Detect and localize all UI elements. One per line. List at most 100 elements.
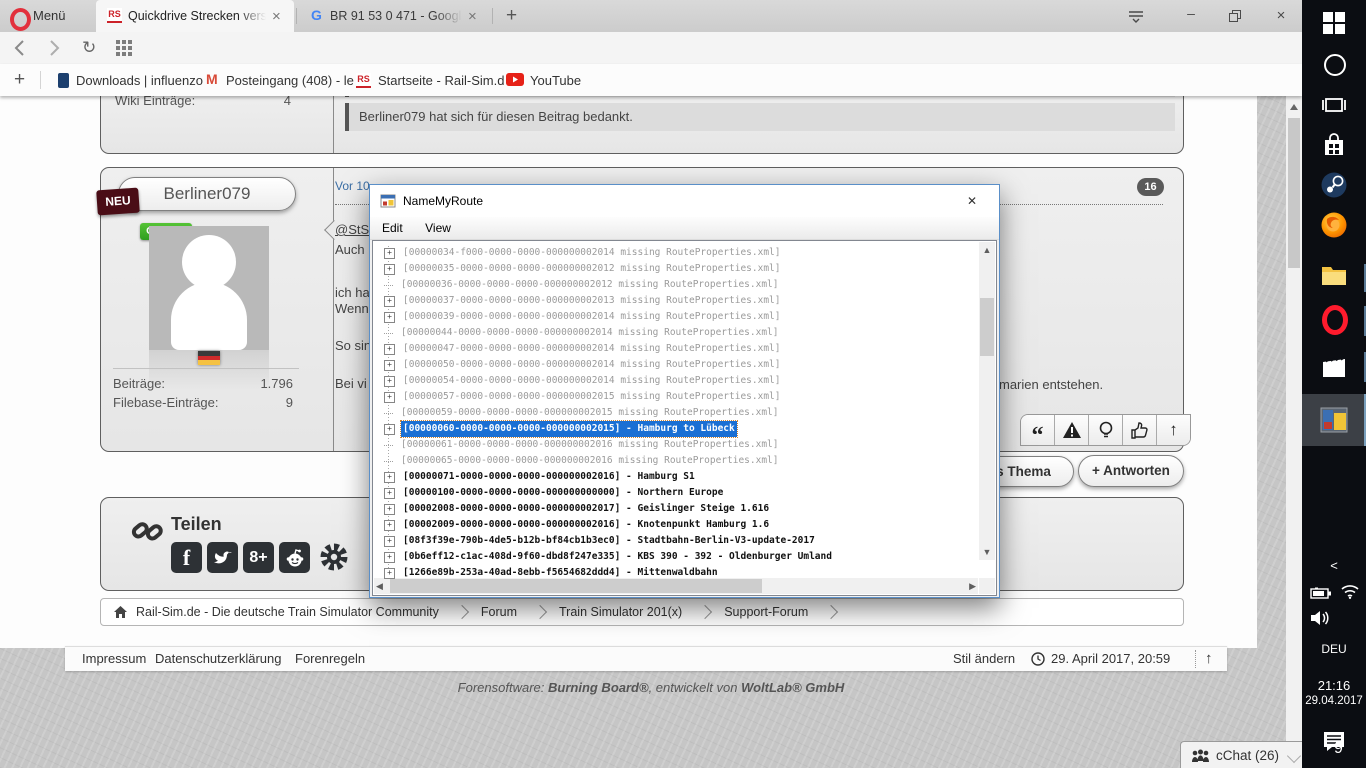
clock-time[interactable]: 21:16	[1302, 678, 1366, 693]
tray-expand-icon[interactable]: <	[1302, 558, 1366, 573]
tree-row[interactable]: + [0b6eff12-c1ac-408d-9f60-dbd8f247e335] …	[384, 549, 988, 565]
bookmark-gmail[interactable]: Posteingang (408) - le	[226, 73, 354, 88]
tree-vscrollbar[interactable]: ▲ ▼	[979, 242, 995, 560]
tree-row-label[interactable]: [00000057-0000-0000-0000-000000002015 mi…	[401, 389, 783, 405]
tree-row[interactable]: + [00002009-0000-0000-0000-000000002016] …	[384, 517, 988, 533]
tab-close-icon[interactable]: ×	[272, 8, 281, 25]
footer-link-impressum[interactable]: Impressum	[82, 651, 146, 666]
breadcrumb-item-forum[interactable]: Forum	[481, 605, 517, 619]
action-center-icon[interactable]: 9	[1322, 730, 1346, 757]
expand-plus-icon[interactable]: +	[384, 343, 395, 355]
opera-icon[interactable]	[1322, 305, 1348, 335]
mention-link[interactable]: @StS	[335, 222, 369, 237]
home-icon[interactable]	[113, 605, 128, 619]
expand-plus-icon[interactable]: +	[384, 471, 395, 483]
add-bookmark-icon[interactable]: +	[14, 69, 25, 91]
tree-row[interactable]: [00000059-0000-0000-0000-000000002015 mi…	[384, 405, 988, 421]
breadcrumb-item-support[interactable]: Support-Forum	[724, 605, 808, 619]
footer-link-forenregeln[interactable]: Forenregeln	[295, 651, 365, 666]
tree-row[interactable]: [00000065-0000-0000-0000-000000002016 mi…	[384, 453, 988, 469]
firefox-icon[interactable]	[1321, 212, 1347, 243]
expand-plus-icon[interactable]: +	[384, 263, 395, 275]
tree-row[interactable]: [00000044-0000-0000-0000-000000002014 mi…	[384, 325, 988, 341]
tree-row-label[interactable]: [00000060-0000-0000-0000-000000002015] -…	[400, 420, 738, 438]
tree-row-label[interactable]: [00000034-f000-0000-0000-000000002014 mi…	[401, 245, 783, 261]
tree-row-label[interactable]: [00000061-0000-0000-0000-000000002016 mi…	[399, 437, 781, 453]
scroll-right-icon[interactable]: ▶	[969, 578, 976, 594]
hscroll-thumb[interactable]	[390, 579, 762, 593]
post-number-badge[interactable]: 16	[1137, 178, 1164, 196]
tree-row-label[interactable]: [00000059-0000-0000-0000-000000002015 mi…	[399, 405, 781, 421]
opera-menu-icon[interactable]	[10, 8, 31, 31]
page-scrollbar-thumb[interactable]	[1288, 118, 1300, 268]
cortana-icon[interactable]	[1324, 54, 1346, 76]
helpful-button[interactable]	[1088, 415, 1122, 445]
expand-plus-icon[interactable]: +	[384, 567, 395, 579]
tree-row-label[interactable]: [00000054-0000-0000-0000-000000002014 mi…	[401, 373, 783, 389]
tree-row[interactable]: + [00000034-f000-0000-0000-000000002014 m…	[384, 245, 988, 261]
route-tree[interactable]: + [00000034-f000-0000-0000-000000002014 m…	[374, 242, 988, 580]
tree-row[interactable]: + [00000050-0000-0000-0000-000000002014 m…	[384, 357, 988, 373]
tree-row-label[interactable]: [00000100-0000-0000-0000-000000000000] -…	[401, 485, 725, 501]
tree-row[interactable]: + [00000060-0000-0000-0000-000000002015] …	[384, 420, 988, 438]
expand-plus-icon[interactable]: +	[384, 535, 395, 547]
tree-row[interactable]: + [00000071-0000-0000-0000-000000002016] …	[384, 469, 988, 485]
steam-icon[interactable]	[1321, 172, 1347, 203]
minimize-button[interactable]: –	[1174, 5, 1208, 21]
reload-icon[interactable]: ↻	[82, 38, 96, 58]
active-app-button[interactable]	[1302, 394, 1366, 446]
expand-plus-icon[interactable]: +	[384, 247, 395, 259]
tree-row-label[interactable]: [00000050-0000-0000-0000-000000002014 mi…	[401, 357, 783, 373]
breadcrumb-item-home[interactable]: Rail-Sim.de - Die deutsche Train Simulat…	[136, 605, 439, 619]
dialog-close-icon[interactable]: ✕	[967, 194, 977, 208]
wifi-icon[interactable]	[1340, 584, 1360, 604]
expand-plus-icon[interactable]: +	[384, 359, 395, 371]
new-tab-button[interactable]: +	[506, 5, 517, 27]
expand-plus-icon[interactable]: +	[384, 295, 395, 307]
tree-row[interactable]: + [00000057-0000-0000-0000-000000002015 m…	[384, 389, 988, 405]
tree-row-label[interactable]: [00000035-0000-0000-0000-000000002012 mi…	[401, 261, 783, 277]
expand-plus-icon[interactable]: +	[384, 423, 395, 435]
chat-bar[interactable]: cChat (26)	[1180, 741, 1303, 768]
expand-plus-icon[interactable]: +	[384, 311, 395, 323]
avatar[interactable]	[149, 226, 269, 350]
scroll-left-icon[interactable]: ◀	[376, 578, 383, 594]
expand-plus-icon[interactable]: +	[384, 391, 395, 403]
scroll-down-icon[interactable]: ▼	[979, 544, 995, 560]
tree-row-label[interactable]: [00000039-0000-0000-0000-000000002014 mi…	[401, 309, 783, 325]
expand-plus-icon[interactable]: +	[384, 375, 395, 387]
clock-date[interactable]: 29.04.2017	[1302, 695, 1366, 707]
breadcrumb-item-ts[interactable]: Train Simulator 201(x)	[559, 605, 682, 619]
tree-row-label[interactable]: [00002008-0000-0000-0000-000000002017] -…	[401, 501, 771, 517]
like-button[interactable]	[1122, 415, 1156, 445]
tree-row-label[interactable]: [00000037-0000-0000-0000-000000002013 mi…	[401, 293, 783, 309]
tree-row[interactable]: + [08f3f39e-790b-4de5-b12b-bf84cb1b3ec0] …	[384, 533, 988, 549]
style-change-link[interactable]: Stil ändern	[953, 651, 1015, 666]
reddit-icon[interactable]	[279, 542, 310, 573]
menu-view[interactable]: View	[416, 217, 460, 239]
volume-icon[interactable]	[1310, 610, 1332, 631]
tree-row-label[interactable]: [00000044-0000-0000-0000-000000002014 mi…	[399, 325, 781, 341]
tree-row-label[interactable]: [00000036-0000-0000-0000-000000002012 mi…	[399, 277, 781, 293]
tree-row-label[interactable]: [00000065-0000-0000-0000-000000002016 mi…	[399, 453, 781, 469]
googleplus-icon[interactable]: 8+	[243, 542, 274, 573]
restore-button[interactable]	[1228, 9, 1242, 28]
tab-active[interactable]: RS Quickdrive Strecken versch ×	[96, 0, 294, 32]
menu-edit[interactable]: Edit	[373, 217, 412, 239]
expand-plus-icon[interactable]: +	[384, 487, 395, 499]
task-view-icon[interactable]	[1322, 94, 1346, 121]
windows-store-icon[interactable]	[1322, 132, 1346, 163]
tree-row-label[interactable]: [00000071-0000-0000-0000-000000002016] -…	[401, 469, 697, 485]
share-settings-gear-icon[interactable]	[317, 540, 351, 579]
close-button[interactable]: ×	[1264, 7, 1298, 24]
scroll-top-button[interactable]: ↑	[1156, 415, 1190, 445]
tree-row[interactable]: + [00000039-0000-0000-0000-000000002014 m…	[384, 309, 988, 325]
forward-icon[interactable]	[42, 37, 64, 64]
quote-button[interactable]: “	[1021, 415, 1054, 445]
tab-close-icon[interactable]: ×	[468, 8, 477, 25]
tree-row-label[interactable]: [00000047-0000-0000-0000-000000002014 mi…	[401, 341, 783, 357]
vscroll-thumb[interactable]	[980, 298, 994, 356]
expand-plus-icon[interactable]: +	[384, 519, 395, 531]
tree-row-label[interactable]: [00002009-0000-0000-0000-000000002016] -…	[401, 517, 771, 533]
tree-row[interactable]: + [00000047-0000-0000-0000-000000002014 m…	[384, 341, 988, 357]
